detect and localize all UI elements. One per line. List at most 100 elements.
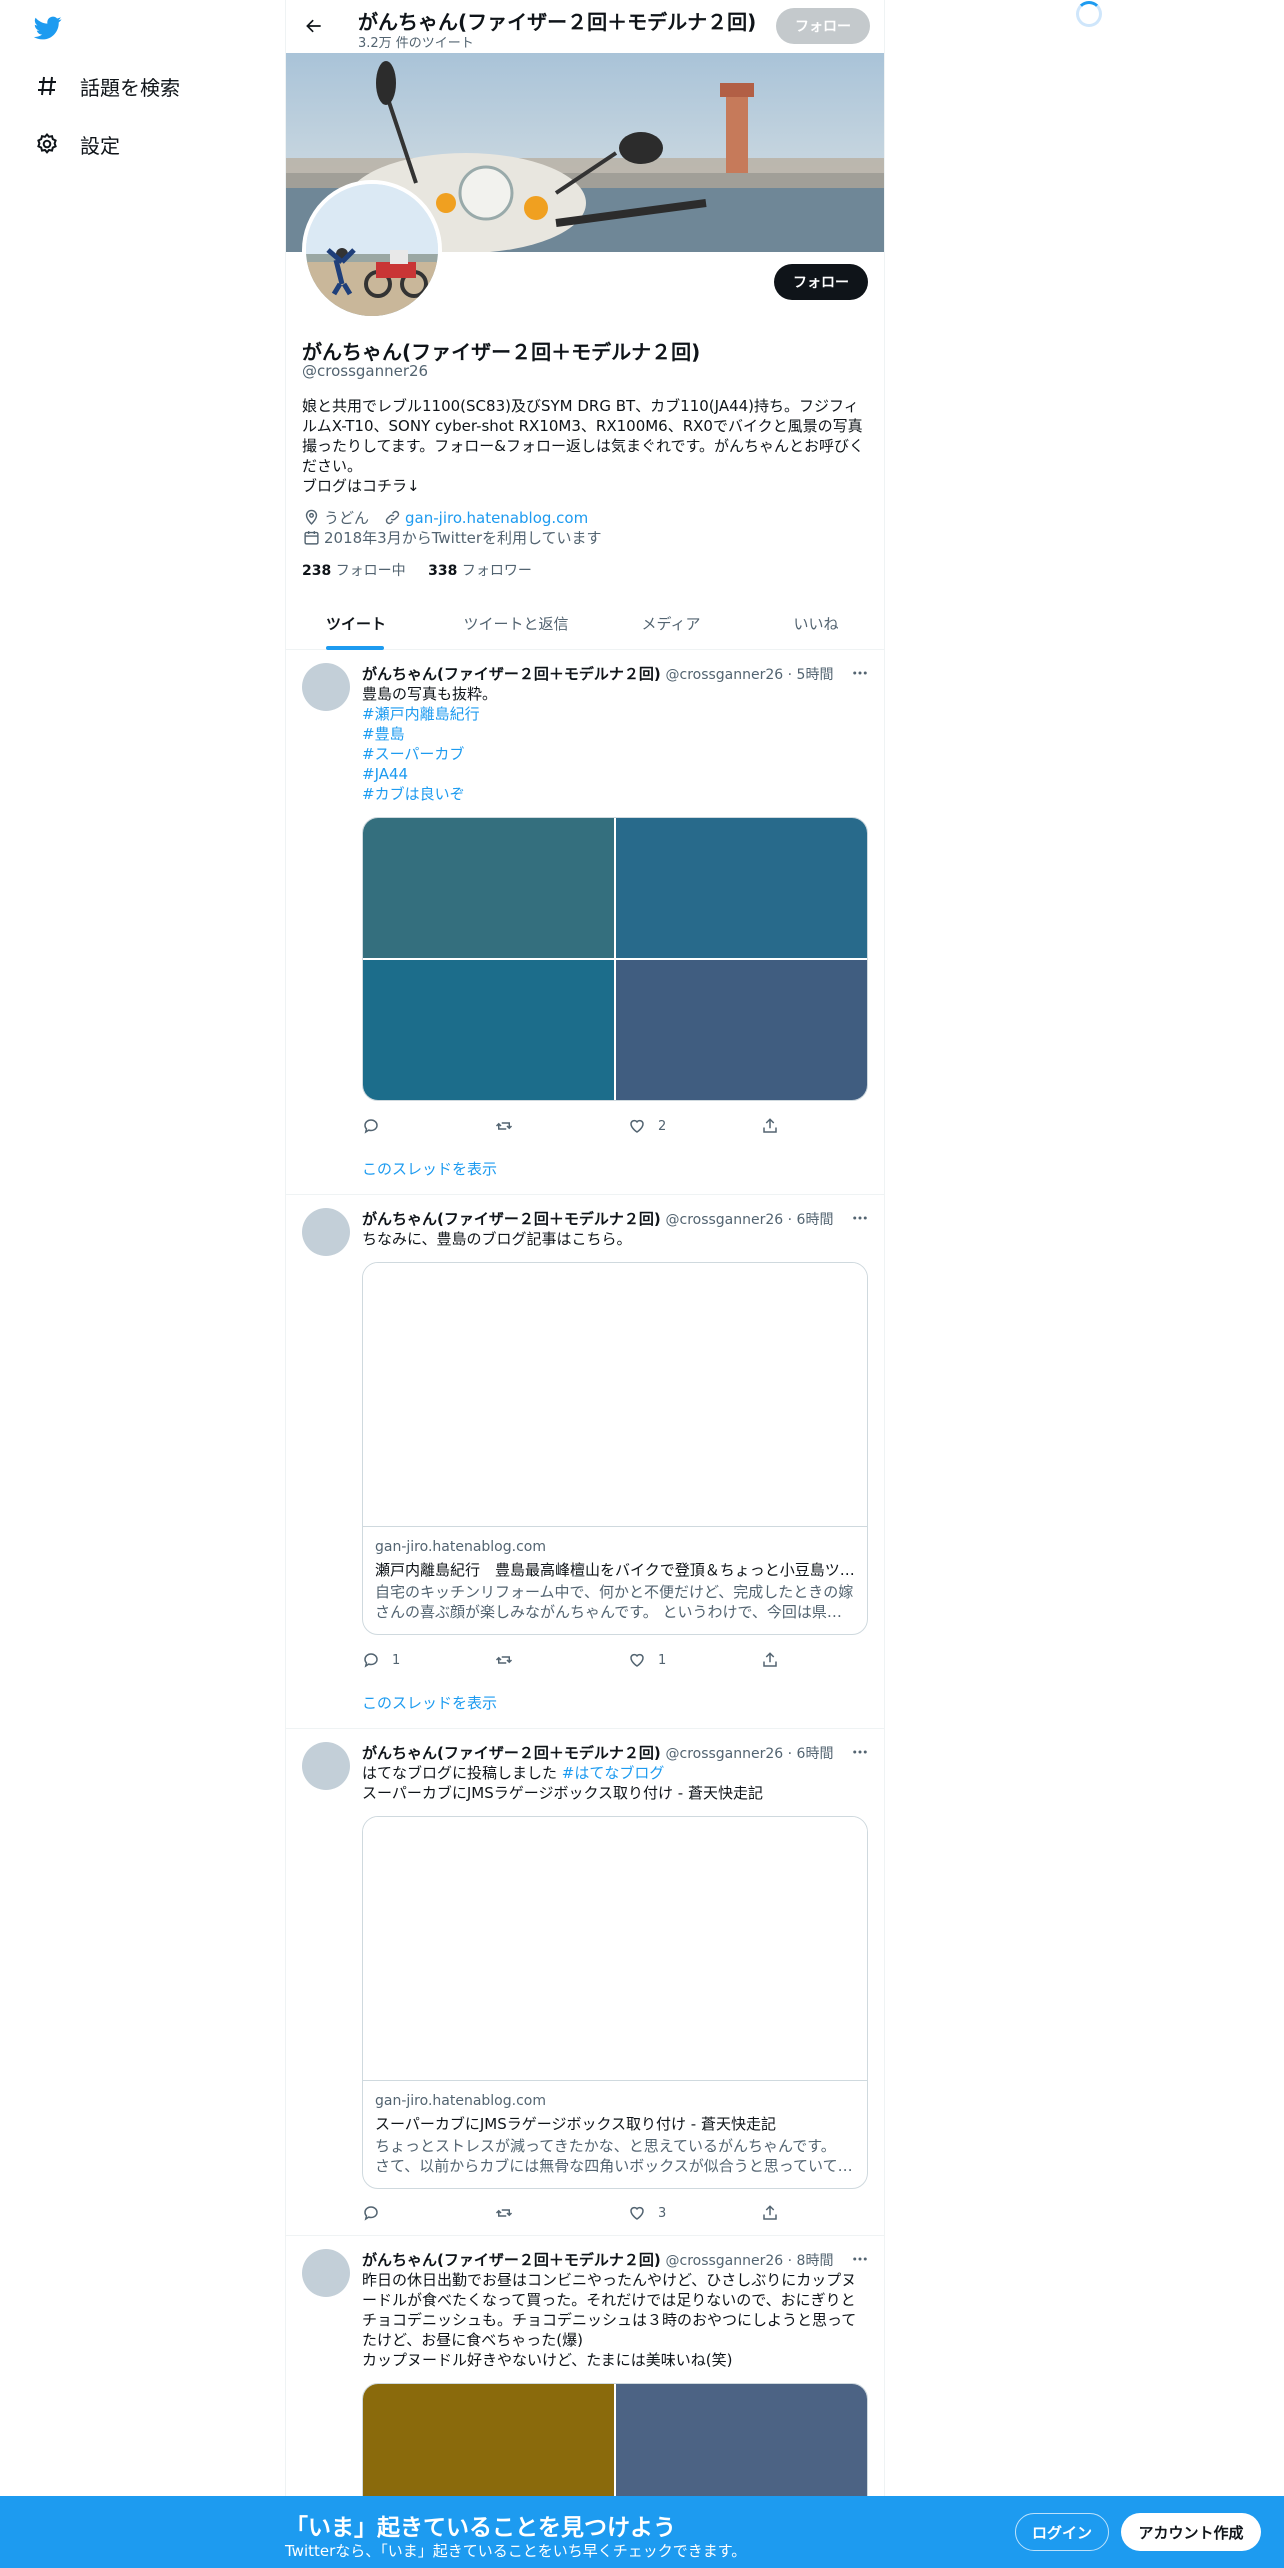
profile-location: うどん [324,509,370,527]
tab-tweets-and-replies[interactable]: ツイートと返信 [441,597,591,650]
like-button[interactable]: 2 [628,1116,761,1136]
retweet-button[interactable] [495,2203,628,2223]
tweet-text: 昨日の休日出勤でお昼はコンビニやったんやけど、ひさしぶりにカップヌードルが食べた… [362,2270,870,2370]
reply-icon [362,1117,380,1135]
tweet-handle-time: @crossganner26 · 5時間 [665,667,834,683]
heart-icon [628,1117,646,1135]
tweet[interactable]: がんちゃん(ファイザー２回＋モデルナ２回) @crossganner26 · 5… [286,651,884,1195]
loading-spinner-icon [1076,1,1102,27]
hashtag-link[interactable]: #カブは良いぞ [362,784,870,804]
link-card[interactable]: gan-jiro.hatenablog.com 瀬戸内離島紀行 豊島最高峰檀山を… [362,1262,868,1635]
tab-media[interactable]: メディア [606,597,736,650]
like-count: 1 [658,1652,667,1668]
tweet-media-grid [362,817,868,1101]
tweet-avatar[interactable] [302,1742,350,1790]
share-icon [761,1651,779,1669]
media-image[interactable] [616,818,867,958]
tab-likes[interactable]: いいね [756,597,876,650]
login-button[interactable]: ログイン [1015,2513,1109,2551]
nav-explore[interactable]: 話題を検索 [34,66,180,106]
tweet-body: 昨日の休日出勤でお昼はコンビニやったんやけど、ひさしぶりにカップヌードルが食べた… [362,2271,857,2349]
more-options-icon[interactable] [848,1206,872,1230]
reply-icon [362,1651,380,1669]
followers-stat[interactable]: 338 フォロワー [428,563,532,579]
signup-prompt-subtitle: Twitterなら、「いま」起きていることをいち早くチェックできます。 [285,2542,747,2560]
media-image[interactable] [363,960,614,1100]
profile-meta-row: うどん gan-jiro.hatenablog.com [302,507,588,528]
tweet-handle-time: @crossganner26 · 8時間 [665,2253,834,2269]
tweet-header: がんちゃん(ファイザー２回＋モデルナ２回) @crossganner26 · 8… [362,2249,833,2270]
tweet-author-name[interactable]: がんちゃん(ファイザー２回＋モデルナ２回) [362,1744,661,1762]
create-account-button[interactable]: アカウント作成 [1121,2513,1261,2551]
header-name: がんちゃん(ファイザー２回＋モデルナ２回) [358,10,757,34]
show-thread-link[interactable]: このスレッドを表示 [362,1692,497,1713]
profile-handle: @crossganner26 [302,362,429,380]
tweet-text: ちなみに、豊島のブログ記事はこちら。 [362,1230,632,1248]
hashtag-link[interactable]: #豊島 [362,724,870,744]
retweet-icon [495,1651,513,1669]
hashtag-link[interactable]: #瀬戸内離島紀行 [362,704,870,724]
tweet-text: はてなブログに投稿しました #はてなブログ スーパーカブにJMSラゲージボックス… [362,1763,870,1803]
show-thread-link[interactable]: このスレッドを表示 [362,1158,497,1179]
twitter-logo-icon[interactable] [32,14,64,42]
link-card-description: 自宅のキッチンリフォーム中で、何かと不便だけど、完成したときの嫁さんの喜ぶ顔が楽… [375,1583,854,1621]
bio-blog-line: ブログはコチラ↓ [302,477,420,495]
tweet-body: はてなブログに投稿しました [362,1764,562,1782]
reply-button[interactable] [362,2203,495,2223]
tweet-author-name[interactable]: がんちゃん(ファイザー２回＋モデルナ２回) [362,665,661,683]
profile-column: がんちゃん(ファイザー２回＋モデルナ２回) 3.2万 件のツイート フォロー フ… [285,0,885,2568]
tweet-author-name[interactable]: がんちゃん(ファイザー２回＋モデルナ２回) [362,2251,661,2269]
hashtag-icon [34,73,60,99]
back-arrow-icon [306,19,321,33]
link-card-domain: gan-jiro.hatenablog.com [375,1539,546,1555]
back-button[interactable] [296,8,332,44]
gear-icon [34,131,60,157]
tweet-header: がんちゃん(ファイザー２回＋モデルナ２回) @crossganner26 · 5… [362,663,833,684]
reply-button[interactable] [362,1116,495,1136]
share-button[interactable] [761,2203,791,2223]
heart-icon [628,1651,646,1669]
retweet-button[interactable] [495,1650,628,1670]
profile-avatar[interactable] [302,180,442,320]
location-icon [302,509,320,527]
retweet-button[interactable] [495,1116,628,1136]
link-card[interactable]: gan-jiro.hatenablog.com スーパーカブにJMSラゲージボッ… [362,1816,868,2189]
tweet-avatar[interactable] [302,2249,350,2297]
tweet-avatar[interactable] [302,663,350,711]
like-button[interactable]: 3 [628,2203,761,2223]
following-stat[interactable]: 238 フォロー中 [302,563,406,579]
hashtag-link[interactable]: #はてなブログ [562,1764,665,1782]
media-image[interactable] [363,818,614,958]
signup-prompt-title: 「いま」起きていることを見つけよう [285,2515,676,2541]
header-tweet-count: 3.2万 件のツイート [358,36,474,51]
tweet-author-name[interactable]: がんちゃん(ファイザー２回＋モデルナ２回) [362,1210,661,1228]
tweet[interactable]: がんちゃん(ファイザー２回＋モデルナ２回) @crossganner26 · 6… [286,1730,884,2236]
more-options-icon[interactable] [848,1740,872,1764]
nav-settings[interactable]: 設定 [34,124,120,164]
media-image[interactable] [616,960,867,1100]
header-follow-button[interactable]: フォロー [776,8,870,44]
tweet[interactable]: がんちゃん(ファイザー２回＋モデルナ２回) @crossganner26 · 6… [286,1196,884,1729]
tweet-actions: 1 1 [362,1650,792,1670]
hashtag-link[interactable]: #スーパーカブ [362,744,870,764]
like-button[interactable]: 1 [628,1650,761,1670]
share-icon [761,1117,779,1135]
profile-tabs: ツイート ツイートと返信 メディア いいね [286,597,884,650]
tweet-text: 豊島の写真も抜粋。 #瀬戸内離島紀行 #豊島 #スーパーカブ #JA44 #カブ… [362,684,870,804]
tab-tweets[interactable]: ツイート [286,597,426,650]
retweet-icon [495,1117,513,1135]
hashtag-link[interactable]: #JA44 [362,764,870,784]
profile-website-link[interactable]: gan-jiro.hatenablog.com [405,509,588,527]
tweet-handle-time: @crossganner26 · 6時間 [665,1746,834,1762]
reply-button[interactable]: 1 [362,1650,495,1670]
link-icon [383,509,401,527]
tweet-body: 豊島の写真も抜粋。 [362,685,498,703]
share-button[interactable] [761,1650,791,1670]
tweet-avatar[interactable] [302,1208,350,1256]
tweet-body-line: カップヌードル好きやないけど、たまには美味いね(笑) [362,2351,733,2369]
share-button[interactable] [761,1116,791,1136]
more-options-icon[interactable] [848,2247,872,2271]
like-count: 2 [658,1118,667,1134]
follow-button[interactable]: フォロー [774,264,868,300]
more-options-icon[interactable] [848,661,872,685]
